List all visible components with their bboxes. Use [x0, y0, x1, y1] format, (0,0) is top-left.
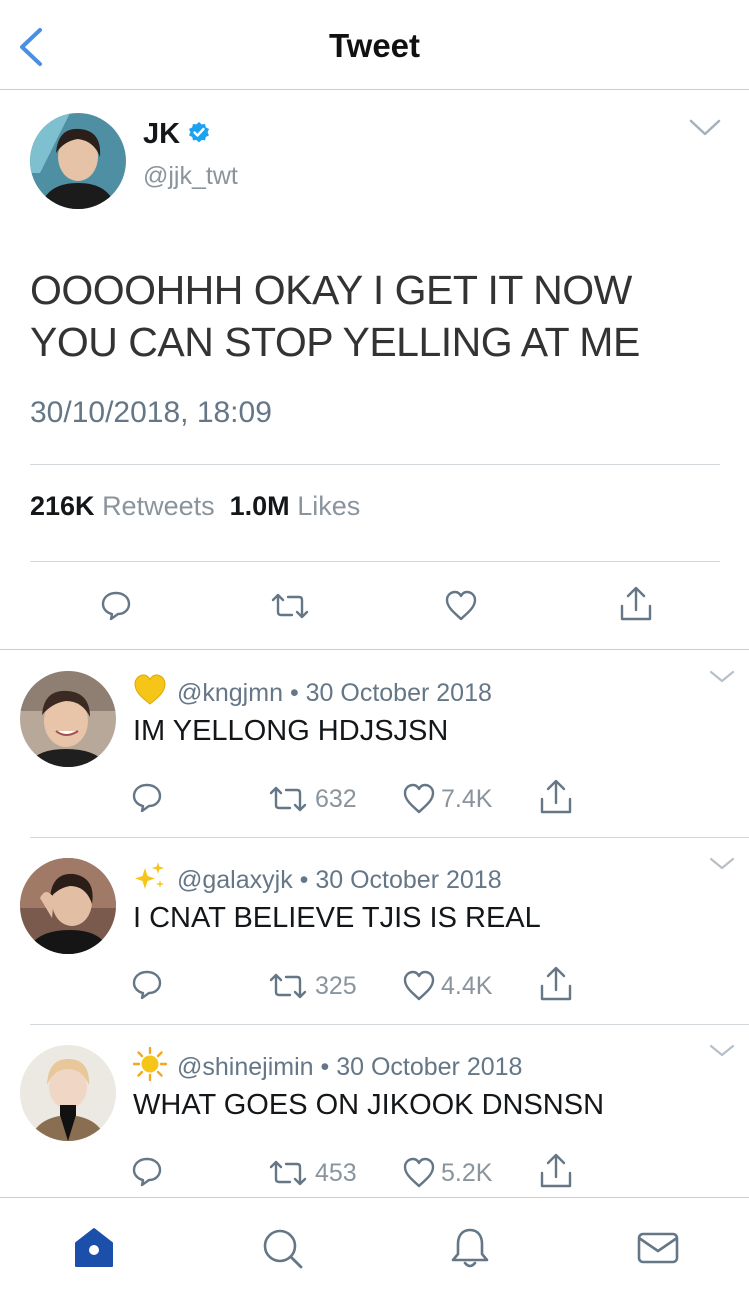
- heart-icon[interactable]: [444, 590, 478, 622]
- reply-meta: @galaxyjk • 30 October 2018: [177, 866, 502, 895]
- heart-icon[interactable]: [402, 783, 436, 815]
- sun-icon: [133, 1047, 167, 1081]
- page-title: Tweet: [328, 27, 421, 64]
- bottom-tab-bar: [0, 1197, 749, 1294]
- reply-text: IM YELLONG HDJSJSN: [133, 715, 449, 747]
- reply-icon[interactable]: [131, 968, 163, 1000]
- reply-meta: @shinejimin • 30 October 2018: [177, 1053, 522, 1082]
- reply-tweet[interactable]: @shinejimin • 30 October 2018 WHAT GOES …: [0, 1025, 749, 1212]
- tweet-stats: 216K Retweets 1.0M Likes: [30, 491, 360, 522]
- retweet-icon[interactable]: [268, 785, 308, 813]
- chevron-down-icon[interactable]: [708, 1043, 736, 1059]
- reply-text: WHAT GOES ON JIKOOK DNSNSN: [133, 1089, 605, 1121]
- reply-tweet[interactable]: @galaxyjk • 30 October 2018 I CNAT BELIE…: [0, 838, 749, 1025]
- retweets-count[interactable]: 216K: [30, 491, 95, 521]
- likes-count[interactable]: 1.0M: [230, 491, 290, 521]
- retweet-count[interactable]: 453: [315, 1159, 357, 1188]
- chevron-down-icon[interactable]: [708, 856, 736, 872]
- share-icon[interactable]: [539, 779, 573, 815]
- avatar[interactable]: [30, 113, 126, 209]
- author-name[interactable]: JK: [143, 118, 180, 151]
- like-count[interactable]: 7.4K: [441, 785, 492, 814]
- share-icon[interactable]: [539, 1153, 573, 1189]
- retweet-count[interactable]: 325: [315, 972, 357, 1001]
- divider: [30, 464, 720, 465]
- mail-icon[interactable]: [636, 1226, 680, 1270]
- search-icon[interactable]: [260, 1226, 304, 1270]
- chevron-down-icon[interactable]: [688, 118, 722, 138]
- like-count[interactable]: 4.4K: [441, 972, 492, 1001]
- reply-icon[interactable]: [100, 589, 132, 621]
- sparkles-icon: [135, 862, 164, 889]
- retweet-icon[interactable]: [268, 1159, 308, 1187]
- tweet-timestamp: 30/10/2018, 18:09: [30, 396, 272, 429]
- share-icon[interactable]: [619, 586, 653, 622]
- like-count[interactable]: 5.2K: [441, 1159, 492, 1188]
- yellow-heart-icon: [134, 674, 166, 705]
- retweet-icon[interactable]: [268, 972, 308, 1000]
- tweet-text: OOOOHHH OKAY I GET IT NOW YOU CAN STOP Y…: [30, 267, 640, 365]
- reply-icon[interactable]: [131, 1155, 163, 1187]
- retweets-label[interactable]: Retweets: [102, 491, 215, 521]
- avatar[interactable]: [20, 858, 116, 954]
- reply-tweet[interactable]: @kngjmn • 30 October 2018 IM YELLONG HDJ…: [0, 651, 749, 838]
- avatar[interactable]: [20, 671, 116, 767]
- likes-label[interactable]: Likes: [297, 491, 360, 521]
- top-bar: Tweet: [0, 0, 749, 90]
- avatar[interactable]: [20, 1045, 116, 1141]
- author-handle[interactable]: @jjk_twt: [143, 162, 238, 191]
- divider: [30, 561, 720, 562]
- chevron-down-icon[interactable]: [708, 669, 736, 685]
- reply-handle[interactable]: @shinejimin: [177, 1053, 314, 1081]
- reply-text: I CNAT BELIEVE TJIS IS REAL: [133, 902, 541, 934]
- reply-date: • 30 October 2018: [320, 1053, 523, 1081]
- reply-meta: @kngjmn • 30 October 2018: [177, 679, 492, 708]
- home-icon[interactable]: [72, 1226, 116, 1270]
- reply-icon[interactable]: [131, 781, 163, 813]
- share-icon[interactable]: [539, 966, 573, 1002]
- reply-handle[interactable]: @galaxyjk: [177, 866, 293, 894]
- verified-badge-icon: [189, 122, 209, 143]
- main-tweet: JK @jjk_twt OOOOHHH OKAY I GET IT NOW YO…: [0, 90, 749, 650]
- heart-icon[interactable]: [402, 1157, 436, 1189]
- reply-date: • 30 October 2018: [289, 679, 492, 707]
- reply-date: • 30 October 2018: [299, 866, 502, 894]
- reply-handle[interactable]: @kngjmn: [177, 679, 283, 707]
- retweet-icon[interactable]: [270, 592, 310, 620]
- heart-icon[interactable]: [402, 970, 436, 1002]
- bell-icon[interactable]: [448, 1226, 492, 1270]
- retweet-count[interactable]: 632: [315, 785, 357, 814]
